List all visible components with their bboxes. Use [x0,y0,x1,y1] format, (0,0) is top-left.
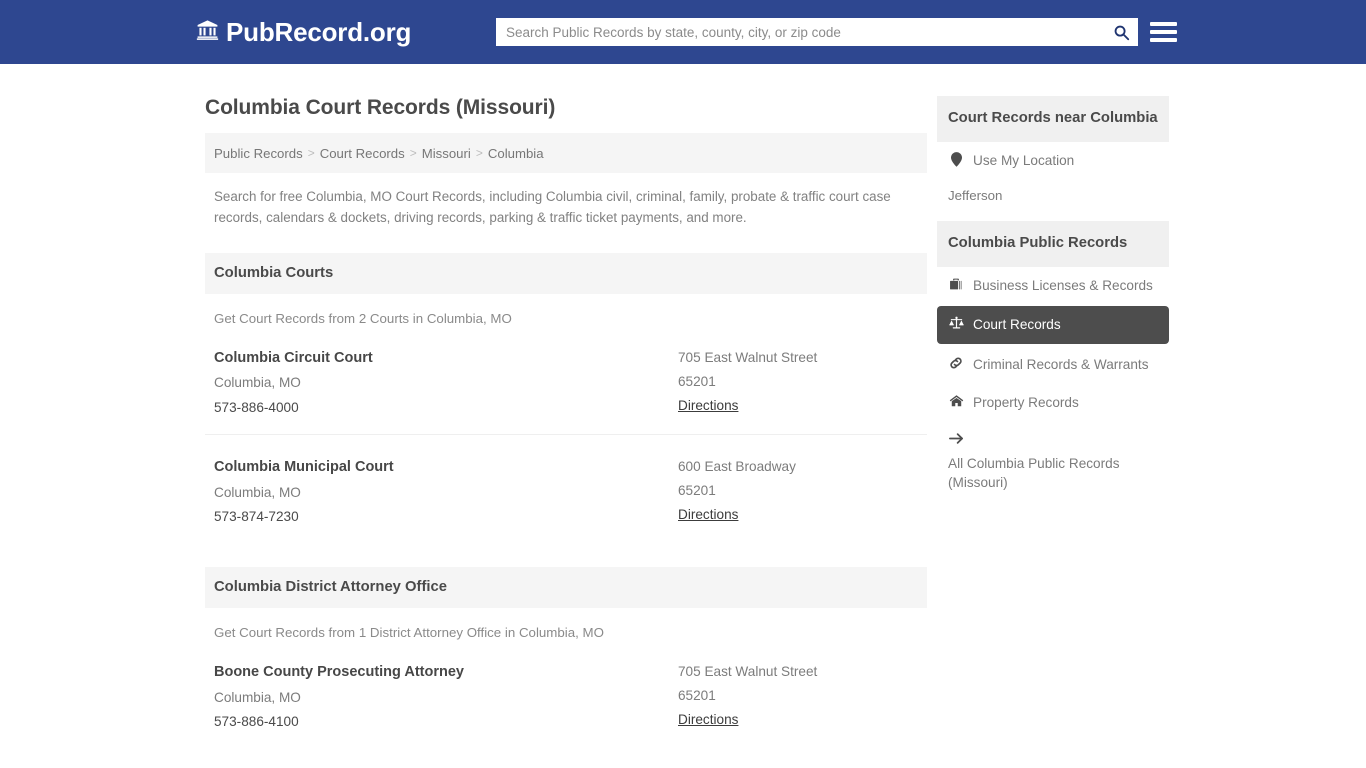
sidebar: Court Records near Columbia Use My Locat… [937,82,1169,768]
site-header: PubRecord.org [0,0,1366,64]
listing-left-column: Columbia Circuit Court Columbia, MO 573-… [214,346,678,420]
brand-name: PubRecord.org [226,16,412,47]
court-phone: 573-874-7230 [214,508,299,524]
sidebar-item-label: Court Records [973,317,1061,333]
sidebar-item-label: Property Records [973,394,1079,410]
page-title: Columbia Court Records (Missouri) [205,96,556,119]
breadcrumb-separator-icon: > [409,146,417,160]
court-phone: 573-886-4000 [214,399,299,415]
court-city-state: Columbia, MO [214,484,301,500]
section-title: Columbia Courts [214,265,334,282]
use-my-location-label: Use My Location [973,153,1075,168]
court-zip: 65201 [678,373,716,389]
page-intro-text: Search for free Columbia, MO Court Recor… [214,189,891,225]
court-street: 600 East Broadway [678,458,796,474]
breadcrumb-item-public-records[interactable]: Public Records [214,146,303,161]
home-icon [948,393,964,408]
table-row: Columbia Municipal Court Columbia, MO 57… [205,435,927,543]
search-bar[interactable] [496,18,1138,46]
court-city-state: Columbia, MO [214,375,301,391]
directions-link[interactable]: Directions [678,708,738,732]
court-zip: 65201 [678,482,716,498]
menu-bar-3 [1150,38,1177,42]
brand-logo-link[interactable]: PubRecord.org [196,17,411,48]
sidebar-item-criminal-records[interactable]: Criminal Records & Warrants [937,346,1169,384]
sidebar-header-public-records: Columbia Public Records [937,220,1169,267]
section-subtitle: Get Court Records from 2 Courts in Colum… [214,310,512,326]
table-row: Boone County Prosecuting Attorney Columb… [205,640,927,748]
section-subtitle: Get Court Records from 1 District Attorn… [214,624,604,640]
court-name: Columbia Circuit Court [214,349,373,366]
listing-right-column: 705 East Walnut Street 65201 Directions [678,660,918,734]
sidebar-item-label: Business Licenses & Records [973,277,1153,293]
breadcrumb-separator-icon: > [475,146,483,160]
court-zip: 65201 [678,688,716,704]
page-body: Columbia Court Records (Missouri) Public… [0,64,1366,768]
arrow-right-icon [948,431,964,445]
briefcase-icon [948,276,964,291]
breadcrumb-item-court-records[interactable]: Court Records [320,146,405,161]
breadcrumb-item-columbia[interactable]: Columbia [488,146,544,161]
map-pin-icon [948,151,964,167]
breadcrumb-separator-icon: > [307,146,315,160]
court-name: Boone County Prosecuting Attorney [214,663,464,680]
sidebar-item-property-records[interactable]: Property Records [937,384,1169,422]
breadcrumb-item-missouri[interactable]: Missouri [422,146,471,161]
search-icon[interactable] [1104,18,1138,46]
court-street: 705 East Walnut Street [678,663,818,679]
directions-link[interactable]: Directions [678,503,738,527]
directions-link[interactable]: Directions [678,394,738,418]
table-row: Columbia Circuit Court Columbia, MO 573-… [205,326,927,435]
menu-bar-2 [1150,30,1177,34]
listing-left-column: Boone County Prosecuting Attorney Columb… [214,660,678,734]
section-header-columbia-courts: Columbia Courts [205,252,927,294]
court-phone: 573-886-4100 [214,713,299,729]
sidebar-item-label: All Columbia Public Records (Missouri) [948,455,1120,491]
listing-right-column: 705 East Walnut Street 65201 Directions [678,346,918,420]
bank-building-icon [196,19,219,46]
sidebar-item-court-records[interactable]: Court Records [937,306,1169,345]
sidebar-item-all-public-records[interactable]: All Columbia Public Records (Missouri) [937,422,1169,502]
hamburger-menu-icon[interactable] [1150,18,1177,46]
menu-bar-1 [1150,22,1177,26]
sidebar-heading: Court Records near Columbia [948,110,1158,126]
court-street: 705 East Walnut Street [678,349,818,365]
section-header-district-attorney-office: Columbia District Attorney Office [205,566,927,608]
sidebar-header-near: Court Records near Columbia [937,96,1169,142]
court-city-state: Columbia, MO [214,689,301,705]
listing-left-column: Columbia Municipal Court Columbia, MO 57… [214,455,678,529]
search-input[interactable] [496,18,1104,46]
court-name: Columbia Municipal Court [214,458,394,475]
section-title: Columbia District Attorney Office [214,579,447,596]
sidebar-nearby-place[interactable]: Jefferson [937,180,1169,207]
sidebar-item-label: Criminal Records & Warrants [973,357,1149,373]
main-content: Columbia Court Records (Missouri) Public… [205,82,927,768]
chain-link-icon [948,355,964,370]
sidebar-heading: Columbia Public Records [948,234,1128,251]
content-container: Columbia Court Records (Missouri) Public… [197,82,1169,768]
balance-scale-icon [948,315,964,330]
sidebar-item-business-licenses[interactable]: Business Licenses & Records [937,267,1169,305]
breadcrumb: Public Records > Court Records > Missour… [205,133,927,173]
listing-right-column: 600 East Broadway 65201 Directions [678,455,918,529]
use-my-location-link[interactable]: Use My Location [937,142,1169,180]
